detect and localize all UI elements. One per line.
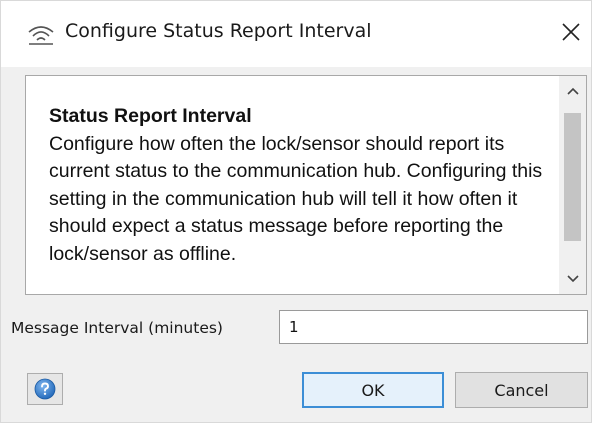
close-button[interactable] <box>556 17 586 47</box>
interval-input[interactable] <box>279 310 588 344</box>
ok-button[interactable]: OK <box>302 372 444 408</box>
chevron-down-icon <box>566 275 579 283</box>
chevron-up-icon <box>566 87 579 95</box>
description-body: Configure how often the lock/sensor shou… <box>49 132 543 265</box>
dialog-title: Configure Status Report Interval <box>65 20 372 42</box>
scrollbar-thumb[interactable] <box>564 113 581 241</box>
help-question-icon <box>34 378 56 400</box>
title-bar: Configure Status Report Interval <box>1 1 591 67</box>
wifi-signal-icon <box>27 23 55 45</box>
scroll-up-button[interactable] <box>559 76 586 106</box>
cancel-button[interactable]: Cancel <box>455 372 588 408</box>
vertical-scrollbar[interactable] <box>559 76 586 294</box>
scroll-down-button[interactable] <box>559 264 586 294</box>
description-text: Status Report Interval Configure how oft… <box>49 103 569 268</box>
close-icon <box>562 23 580 41</box>
description-panel[interactable]: Status Report Interval Configure how oft… <box>25 75 587 295</box>
interval-label: Message Interval (minutes) <box>11 319 223 337</box>
help-button[interactable] <box>27 373 63 405</box>
description-heading: Status Report Interval <box>49 105 252 127</box>
configure-status-dialog: Configure Status Report Interval Status … <box>0 0 592 423</box>
